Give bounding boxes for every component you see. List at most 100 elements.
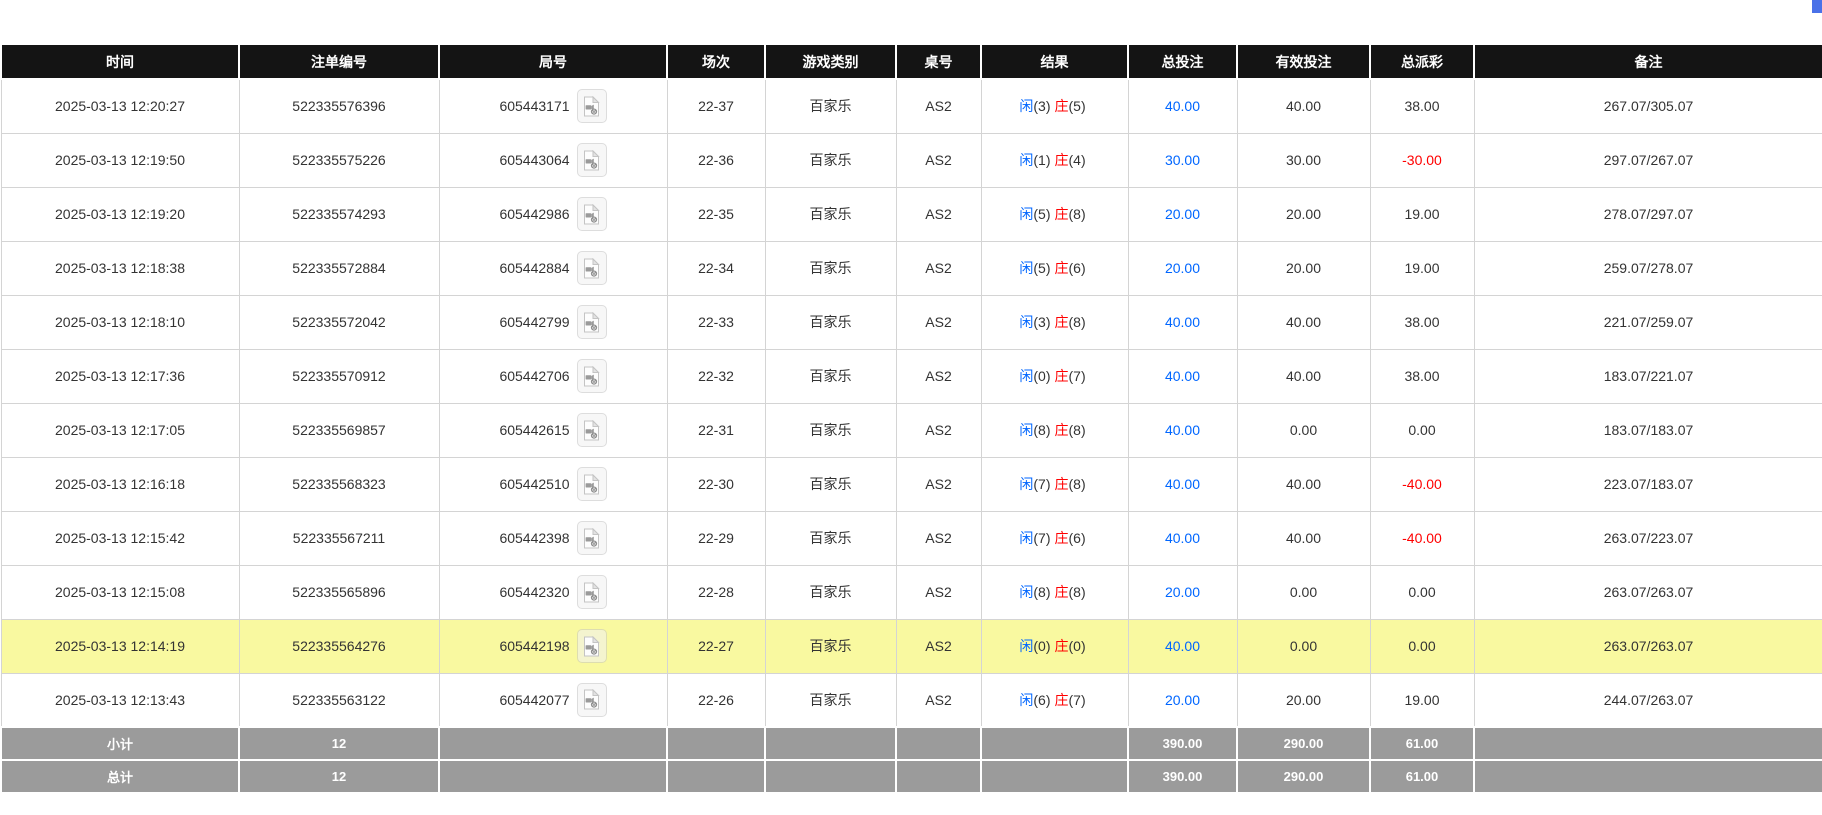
cell-game-type: 百家乐 [765,295,896,349]
video-replay-button[interactable] [577,305,607,339]
table-row: 2025-03-13 12:20:27 522335576396 6054431… [1,79,1822,133]
total-bet-link[interactable]: 20.00 [1165,584,1200,600]
summary-empty-cell [1474,760,1822,793]
total-bet-link[interactable]: 40.00 [1165,368,1200,384]
video-replay-button[interactable] [577,683,607,717]
total-bet-link[interactable]: 40.00 [1165,638,1200,654]
cell-bet-id: 522335572884 [239,241,439,295]
total-bet-link[interactable]: 20.00 [1165,260,1200,276]
cell-game-type: 百家乐 [765,349,896,403]
cell-result: 闲(8)庄(8) [981,403,1128,457]
cell-session: 22-37 [667,79,765,133]
cell-total-payout: 38.00 [1370,79,1474,133]
cell-total-payout: 38.00 [1370,295,1474,349]
cell-table-no: AS2 [896,457,981,511]
cell-round-id: 605442198 [439,619,667,673]
video-replay-button[interactable] [577,143,607,177]
video-file-icon [583,689,600,710]
cell-total-bet: 40.00 [1128,619,1237,673]
cell-result: 闲(1)庄(4) [981,133,1128,187]
cell-table-no: AS2 [896,295,981,349]
cell-valid-bet: 0.00 [1237,565,1370,619]
banker-result-label: 庄 [1055,314,1069,330]
cell-session: 22-30 [667,457,765,511]
total-bet-link[interactable]: 40.00 [1165,476,1200,492]
player-result-label: 闲 [1019,152,1033,168]
summary-empty-cell [765,727,896,760]
col-header-bet-id: 注单编号 [239,44,439,79]
total-bet-link[interactable]: 30.00 [1165,152,1200,168]
total-bet-link[interactable]: 20.00 [1165,206,1200,222]
cell-table-no: AS2 [896,565,981,619]
video-replay-button[interactable] [577,467,607,501]
cell-round-id: 605442077 [439,673,667,727]
cell-total-bet: 20.00 [1128,241,1237,295]
cell-round-id: 605442510 [439,457,667,511]
player-result-score: (3) [1033,98,1050,114]
cell-time: 2025-03-13 12:15:42 [1,511,239,565]
table-row: 2025-03-13 12:18:38 522335572884 6054428… [1,241,1822,295]
cell-valid-bet: 40.00 [1237,511,1370,565]
table-row: 2025-03-13 12:19:20 522335574293 6054429… [1,187,1822,241]
cell-session: 22-32 [667,349,765,403]
player-result-label: 闲 [1019,422,1033,438]
total-bet-link[interactable]: 40.00 [1165,98,1200,114]
col-header-table-no: 桌号 [896,44,981,79]
cell-time: 2025-03-13 12:19:20 [1,187,239,241]
cell-round-id: 605442884 [439,241,667,295]
cell-session: 22-36 [667,133,765,187]
cell-remark: 297.07/267.07 [1474,133,1822,187]
cell-total-bet: 20.00 [1128,673,1237,727]
cell-total-bet: 40.00 [1128,79,1237,133]
cell-bet-id: 522335569857 [239,403,439,457]
table-row: 2025-03-13 12:13:43 522335563122 6054420… [1,673,1822,727]
cell-game-type: 百家乐 [765,511,896,565]
summary-label: 总计 [1,760,239,793]
video-replay-button[interactable] [577,89,607,123]
banker-result-label: 庄 [1055,152,1069,168]
player-result-score: (8) [1033,584,1050,600]
cell-total-payout: -30.00 [1370,133,1474,187]
player-result-label: 闲 [1019,584,1033,600]
table-row: 2025-03-13 12:17:36 522335570912 6054427… [1,349,1822,403]
cell-game-type: 百家乐 [765,241,896,295]
cell-total-payout: 0.00 [1370,403,1474,457]
video-replay-button[interactable] [577,197,607,231]
cell-total-bet: 30.00 [1128,133,1237,187]
banker-result-score: (0) [1069,638,1086,654]
total-bet-link[interactable]: 20.00 [1165,692,1200,708]
video-file-icon [583,366,600,387]
round-number: 605442398 [499,530,569,546]
summary-empty-cell [667,760,765,793]
player-result-label: 闲 [1019,98,1033,114]
cell-session: 22-26 [667,673,765,727]
total-bet-link[interactable]: 40.00 [1165,314,1200,330]
banker-result-score: (5) [1069,98,1086,114]
cell-remark: 263.07/263.07 [1474,565,1822,619]
total-bet-link[interactable]: 40.00 [1165,422,1200,438]
video-replay-button[interactable] [577,251,607,285]
cell-time: 2025-03-13 12:18:38 [1,241,239,295]
cell-total-bet: 20.00 [1128,187,1237,241]
cell-total-bet: 40.00 [1128,511,1237,565]
total-bet-link[interactable]: 40.00 [1165,530,1200,546]
video-replay-button[interactable] [577,575,607,609]
video-file-icon [583,96,600,117]
blue-scroll-fragment[interactable] [1812,0,1822,13]
table-row: 2025-03-13 12:16:18 522335568323 6054425… [1,457,1822,511]
video-replay-button[interactable] [577,413,607,447]
cell-result: 闲(0)庄(7) [981,349,1128,403]
player-result-score: (1) [1033,152,1050,168]
player-result-label: 闲 [1019,530,1033,546]
cell-table-no: AS2 [896,241,981,295]
top-strip [0,0,1822,43]
video-replay-button[interactable] [577,359,607,393]
banker-result-label: 庄 [1055,584,1069,600]
player-result-score: (6) [1033,692,1050,708]
cell-valid-bet: 30.00 [1237,133,1370,187]
cell-result: 闲(6)庄(7) [981,673,1128,727]
video-replay-button[interactable] [577,629,607,663]
video-replay-button[interactable] [577,521,607,555]
player-result-score: (3) [1033,314,1050,330]
cell-bet-id: 522335565896 [239,565,439,619]
